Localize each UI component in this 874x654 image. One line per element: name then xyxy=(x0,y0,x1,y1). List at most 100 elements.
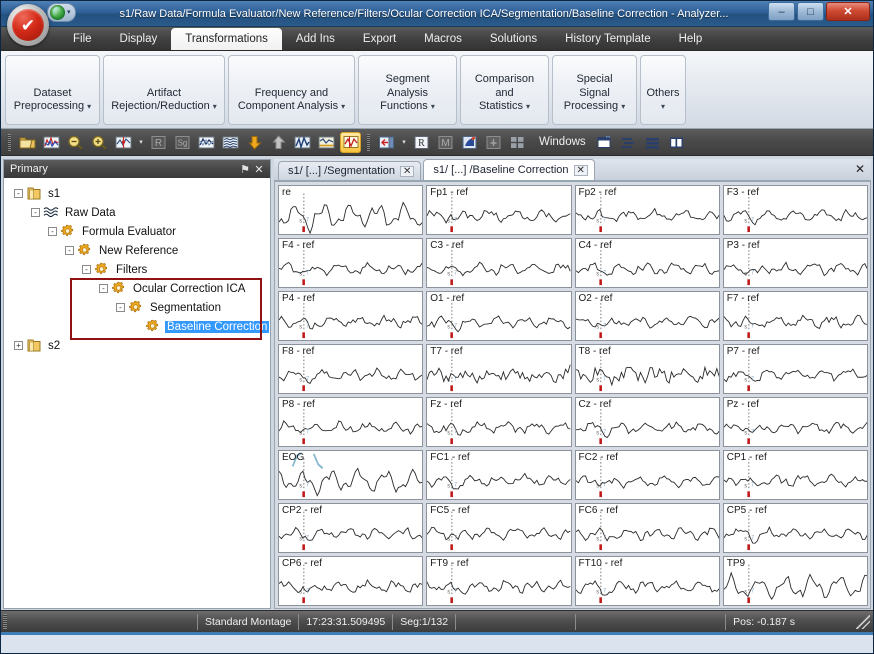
collapse-icon[interactable]: - xyxy=(31,208,40,217)
tree-item-s1[interactable]: - s1 xyxy=(8,184,266,203)
stacked-waves-icon[interactable] xyxy=(220,132,241,153)
pin-icon[interactable]: ⚑ xyxy=(238,163,252,176)
ribbon-group-others[interactable]: Others ▾ xyxy=(640,55,686,125)
eeg-grid-container[interactable]: re s 7 Fp1 - ref s 7 Fp2 - ref s 7 F3 - ref s 7 F4 -… xyxy=(274,181,871,609)
tab-segmentation[interactable]: s1/ [...] /Segmentation ✕ xyxy=(278,161,422,180)
menu-item-export[interactable]: Export xyxy=(349,27,410,50)
close-button[interactable]: ✕ xyxy=(826,2,870,21)
collapse-icon[interactable]: - xyxy=(82,265,91,274)
raw-r-icon[interactable]: R xyxy=(148,132,169,153)
ribbon-group-special-signal[interactable]: Special Signal Processing ▾ xyxy=(552,55,637,125)
eeg-channel-panel[interactable]: EOG s 7 xyxy=(278,450,424,500)
eeg-channel-panel[interactable]: F4 - ref s 7 xyxy=(278,238,424,288)
zoom-out-icon[interactable] xyxy=(65,132,86,153)
eeg-channel-panel[interactable]: T8 - ref s 7 xyxy=(574,344,720,394)
eeg-channel-panel[interactable]: T7 - ref s 7 xyxy=(426,344,572,394)
overlay-wave-icon[interactable] xyxy=(196,132,217,153)
menu-item-transformations[interactable]: Transformations xyxy=(171,28,282,50)
ribbon-group-frequency-and[interactable]: Frequency and Component Analysis ▾ xyxy=(228,55,355,125)
chevron-down-icon[interactable]: ▾ xyxy=(661,102,665,111)
arrow-up-icon[interactable] xyxy=(268,132,289,153)
zoom-in-icon[interactable] xyxy=(89,132,110,153)
eeg-channel-panel[interactable]: Pz - ref s 7 xyxy=(722,397,868,447)
eeg-channel-panel[interactable]: P3 - ref s 7 xyxy=(722,238,868,288)
eeg-channel-panel[interactable]: FT10 - ref s 7 xyxy=(574,556,720,606)
collapse-icon[interactable]: - xyxy=(14,189,23,198)
menu-item-file[interactable]: File xyxy=(59,27,106,50)
ribbon-group-dataset[interactable]: Dataset Preprocessing ▾ xyxy=(5,55,100,125)
maximize-button[interactable]: □ xyxy=(797,2,824,21)
tree-item-ocular-correction-ica[interactable]: - Ocular Correction ICA xyxy=(8,279,266,298)
color-map-icon[interactable] xyxy=(459,132,480,153)
eeg-channel-panel[interactable]: TP9 s 7 xyxy=(722,556,868,606)
eeg-channel-panel[interactable]: FC5 - ref s 7 xyxy=(426,503,572,553)
grid-small-icon[interactable] xyxy=(483,132,504,153)
tab-close-icon[interactable]: ✕ xyxy=(573,164,588,176)
tree-item-baseline-correction[interactable]: Baseline Correction xyxy=(8,317,270,336)
tree-item-formula-evaluator[interactable]: - Formula Evaluator xyxy=(8,222,266,241)
eeg-channel-panel[interactable]: CP1 - ref s 7 xyxy=(722,450,868,500)
r-boxed-icon[interactable]: R xyxy=(411,132,432,153)
collapse-icon[interactable]: - xyxy=(65,246,74,255)
peak-detect-icon[interactable] xyxy=(292,132,313,153)
chevron-down-icon[interactable]: ▾ xyxy=(526,102,530,111)
eeg-channel-panel[interactable]: C3 - ref s 7 xyxy=(426,238,572,288)
eeg-channel-panel[interactable]: re s 7 xyxy=(278,185,424,235)
eeg-channel-panel[interactable]: Fp2 - ref s 7 xyxy=(574,185,720,235)
tree-item-raw-data[interactable]: - Raw Data xyxy=(8,203,266,222)
eeg-channel-panel[interactable]: F7 - ref s 7 xyxy=(722,291,868,341)
eeg-channel-panel[interactable]: C4 - ref s 7 xyxy=(574,238,720,288)
menu-item-history-template[interactable]: History Template xyxy=(551,27,664,50)
app-logo[interactable]: ✔ xyxy=(7,4,49,46)
ribbon-group-artifact[interactable]: Artifact Rejection/Reduction ▾ xyxy=(103,55,225,125)
eeg-channel-panel[interactable]: FC6 - ref s 7 xyxy=(574,503,720,553)
eeg-channel-panel[interactable]: CP6 - ref s 7 xyxy=(278,556,424,606)
eeg-channel-panel[interactable]: Fp1 - ref s 7 xyxy=(426,185,572,235)
eeg-channel-panel[interactable]: FC2 - ref s 7 xyxy=(574,450,720,500)
tree-item-s2[interactable]: + s2 xyxy=(8,336,266,355)
segment-sg-icon[interactable]: Sg xyxy=(172,132,193,153)
eeg-channel-panel[interactable]: CP5 - ref s 7 xyxy=(722,503,868,553)
collapse-icon[interactable]: - xyxy=(48,227,57,236)
grid-quad-icon[interactable] xyxy=(507,132,528,153)
butterfly-plot-icon[interactable] xyxy=(340,131,361,153)
eeg-channel-panel[interactable]: O1 - ref s 7 xyxy=(426,291,572,341)
menu-item-add-ins[interactable]: Add Ins xyxy=(282,27,349,50)
menu-item-solutions[interactable]: Solutions xyxy=(476,27,551,50)
chevron-down-icon[interactable]: ▾ xyxy=(621,102,625,111)
eeg-channel-panel[interactable]: Fz - ref s 7 xyxy=(426,397,572,447)
eeg-channel-panel[interactable]: FT9 - ref s 7 xyxy=(426,556,572,606)
close-icon[interactable]: ✕ xyxy=(252,163,266,176)
collapse-icon[interactable]: - xyxy=(116,303,125,312)
eeg-channel-panel[interactable]: P7 - ref s 7 xyxy=(722,344,868,394)
globe-icon[interactable] xyxy=(50,5,65,20)
ribbon-group-segment-analysis[interactable]: Segment Analysis Functions ▾ xyxy=(358,55,457,125)
tab-baseline-correction[interactable]: s1/ [...] /Baseline Correction ✕ xyxy=(423,159,595,180)
marker-scale-icon[interactable] xyxy=(113,132,134,153)
chevron-down-icon[interactable]: ▾ xyxy=(67,9,71,16)
ribbon-group-comparison-and[interactable]: Comparison and Statistics ▾ xyxy=(460,55,549,125)
menu-item-help[interactable]: Help xyxy=(665,27,717,50)
waveform-red-icon[interactable] xyxy=(41,132,62,153)
quick-access-toolbar[interactable]: ▾ xyxy=(47,3,76,22)
chevron-down-icon[interactable]: ▾ xyxy=(87,102,91,111)
eeg-channel-panel[interactable]: FC1 - ref s 7 xyxy=(426,450,572,500)
export-icon[interactable] xyxy=(376,132,397,153)
chevron-down-icon[interactable]: ▾ xyxy=(431,102,435,111)
eeg-channel-panel[interactable]: Cz - ref s 7 xyxy=(574,397,720,447)
minimize-button[interactable]: – xyxy=(768,2,795,21)
history-tree[interactable]: - s1- Raw Data - Formula Evaluator - New Refer… xyxy=(4,178,270,608)
tile-vertical-icon[interactable] xyxy=(666,132,687,153)
baseline-icon[interactable] xyxy=(316,132,337,153)
arrow-down-icon[interactable] xyxy=(244,132,265,153)
export-dropdown-caret[interactable]: ▾ xyxy=(400,138,408,146)
eeg-channel-panel[interactable]: F3 - ref s 7 xyxy=(722,185,868,235)
montage-m-icon[interactable]: M xyxy=(435,132,456,153)
eeg-channel-panel[interactable]: O2 - ref s 7 xyxy=(574,291,720,341)
tree-item-new-reference[interactable]: - New Reference xyxy=(8,241,266,260)
eeg-channel-panel[interactable]: P4 - ref s 7 xyxy=(278,291,424,341)
menu-item-macros[interactable]: Macros xyxy=(410,27,476,50)
eeg-channel-panel[interactable]: P8 - ref s 7 xyxy=(278,397,424,447)
toolbar-grip-2[interactable] xyxy=(367,133,370,151)
eeg-channel-panel[interactable]: CP2 - ref s 7 xyxy=(278,503,424,553)
